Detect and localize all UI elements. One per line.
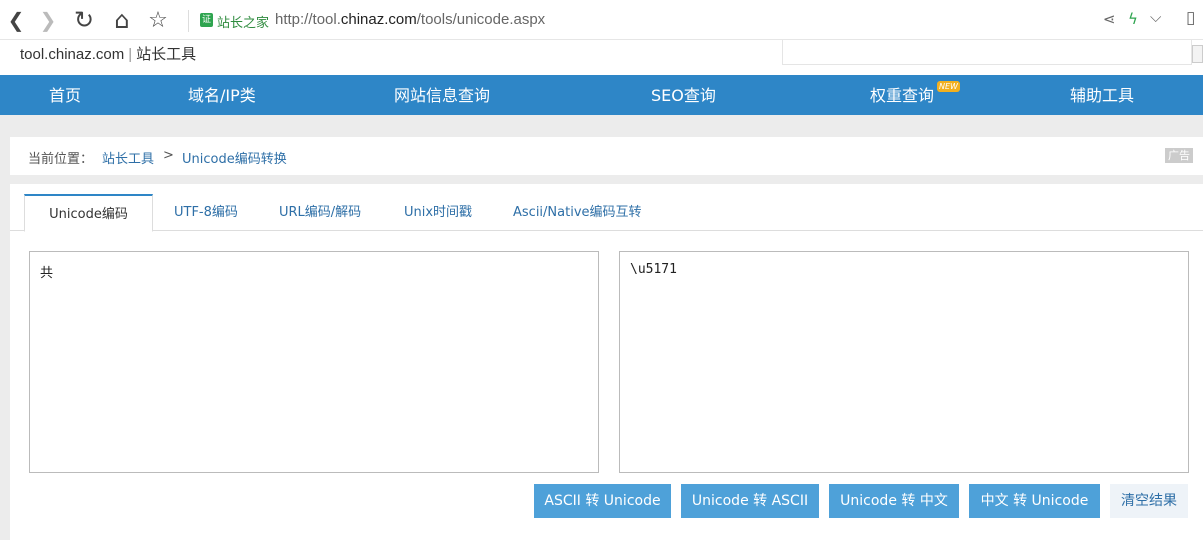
star-icon[interactable]: ☆ [144, 6, 172, 34]
nav-item-seo[interactable]: SEO查询 [651, 75, 716, 115]
nav-item-site-info[interactable]: 网站信息查询 [394, 75, 490, 115]
site-name-label: 站长之家 [217, 16, 270, 31]
dropdown-icon[interactable]: ⌵ [1150, 8, 1161, 26]
tab-url[interactable]: URL编码/解码 [279, 194, 361, 231]
site-logo[interactable]: tool.chinaz.com | 站长工具 [20, 43, 196, 64]
logo-separator: | [128, 46, 133, 63]
forward-icon[interactable]: ❯ [34, 6, 62, 34]
chinese-to-unicode-button[interactable]: 中文 转 Unicode [969, 484, 1100, 518]
home-icon[interactable]: ⌂ [108, 6, 136, 34]
nav-item-weight[interactable]: 权重查询 [870, 75, 934, 115]
breadcrumb-link-unicode[interactable]: Unicode编码转换 [182, 148, 287, 167]
source-textarea[interactable]: 共 [29, 251, 599, 473]
certificate-icon[interactable]: 证 [200, 13, 213, 27]
share-icon[interactable]: ⋖ [1103, 10, 1116, 28]
unicode-to-ascii-button[interactable]: Unicode 转 ASCII [681, 484, 819, 518]
scroll-handle[interactable] [1192, 45, 1203, 63]
document-icon[interactable]: ▯ [1186, 8, 1195, 28]
search-input[interactable] [782, 40, 1192, 65]
back-icon[interactable]: ❮ [2, 6, 30, 34]
url-prefix: http://tool. [275, 11, 341, 28]
result-textarea[interactable]: \u5171 [619, 251, 1189, 473]
ad-label: 广告 [1165, 148, 1193, 163]
new-badge: NEW [937, 81, 960, 92]
url-domain: chinaz.com [340, 11, 417, 28]
ascii-to-unicode-button[interactable]: ASCII 转 Unicode [534, 484, 671, 518]
tab-unix-timestamp[interactable]: Unix时间戳 [404, 194, 472, 231]
bolt-icon[interactable]: ϟ [1128, 10, 1138, 28]
breadcrumb-link-tools[interactable]: 站长工具 [102, 148, 154, 167]
main-nav: 首页 域名/IP类 网站信息查询 SEO查询 权重查询 NEW 辅助工具 [0, 75, 1203, 115]
clear-result-button[interactable]: 清空结果 [1110, 484, 1188, 518]
tab-utf8[interactable]: UTF-8编码 [174, 194, 238, 231]
tab-ascii-native[interactable]: Ascii/Native编码互转 [513, 194, 642, 231]
tab-bar: Unicode编码 UTF-8编码 URL编码/解码 Unix时间戳 Ascii… [10, 194, 1203, 232]
breadcrumb-prefix: 当前位置： [28, 152, 94, 167]
nav-item-home[interactable]: 首页 [49, 75, 81, 115]
site-header: tool.chinaz.com | 站长工具 [0, 40, 1203, 75]
browser-toolbar: ❮ ❯ ↻ ⌂ ☆ 证 站长之家 http://tool.chinaz.com/… [0, 0, 1203, 40]
reload-icon[interactable]: ↻ [70, 6, 98, 34]
nav-item-tools[interactable]: 辅助工具 [1070, 75, 1134, 115]
address-separator [188, 10, 189, 32]
url-path: /tools/unicode.aspx [416, 11, 546, 28]
logo-name: 站长工具 [136, 46, 197, 63]
tab-unicode[interactable]: Unicode编码 [24, 194, 153, 232]
address-bar[interactable]: http://tool.chinaz.com/tools/unicode.asp… [275, 11, 545, 28]
breadcrumb: 当前位置： 站长工具 > Unicode编码转换 广告 [10, 137, 1203, 175]
logo-domain: tool.chinaz.com [20, 46, 125, 63]
nav-item-domain-ip[interactable]: 域名/IP类 [188, 75, 256, 115]
breadcrumb-arrow: > [163, 148, 174, 163]
converter-panel: Unicode编码 UTF-8编码 URL编码/解码 Unix时间戳 Ascii… [10, 184, 1203, 540]
unicode-to-chinese-button[interactable]: Unicode 转 中文 [829, 484, 959, 518]
